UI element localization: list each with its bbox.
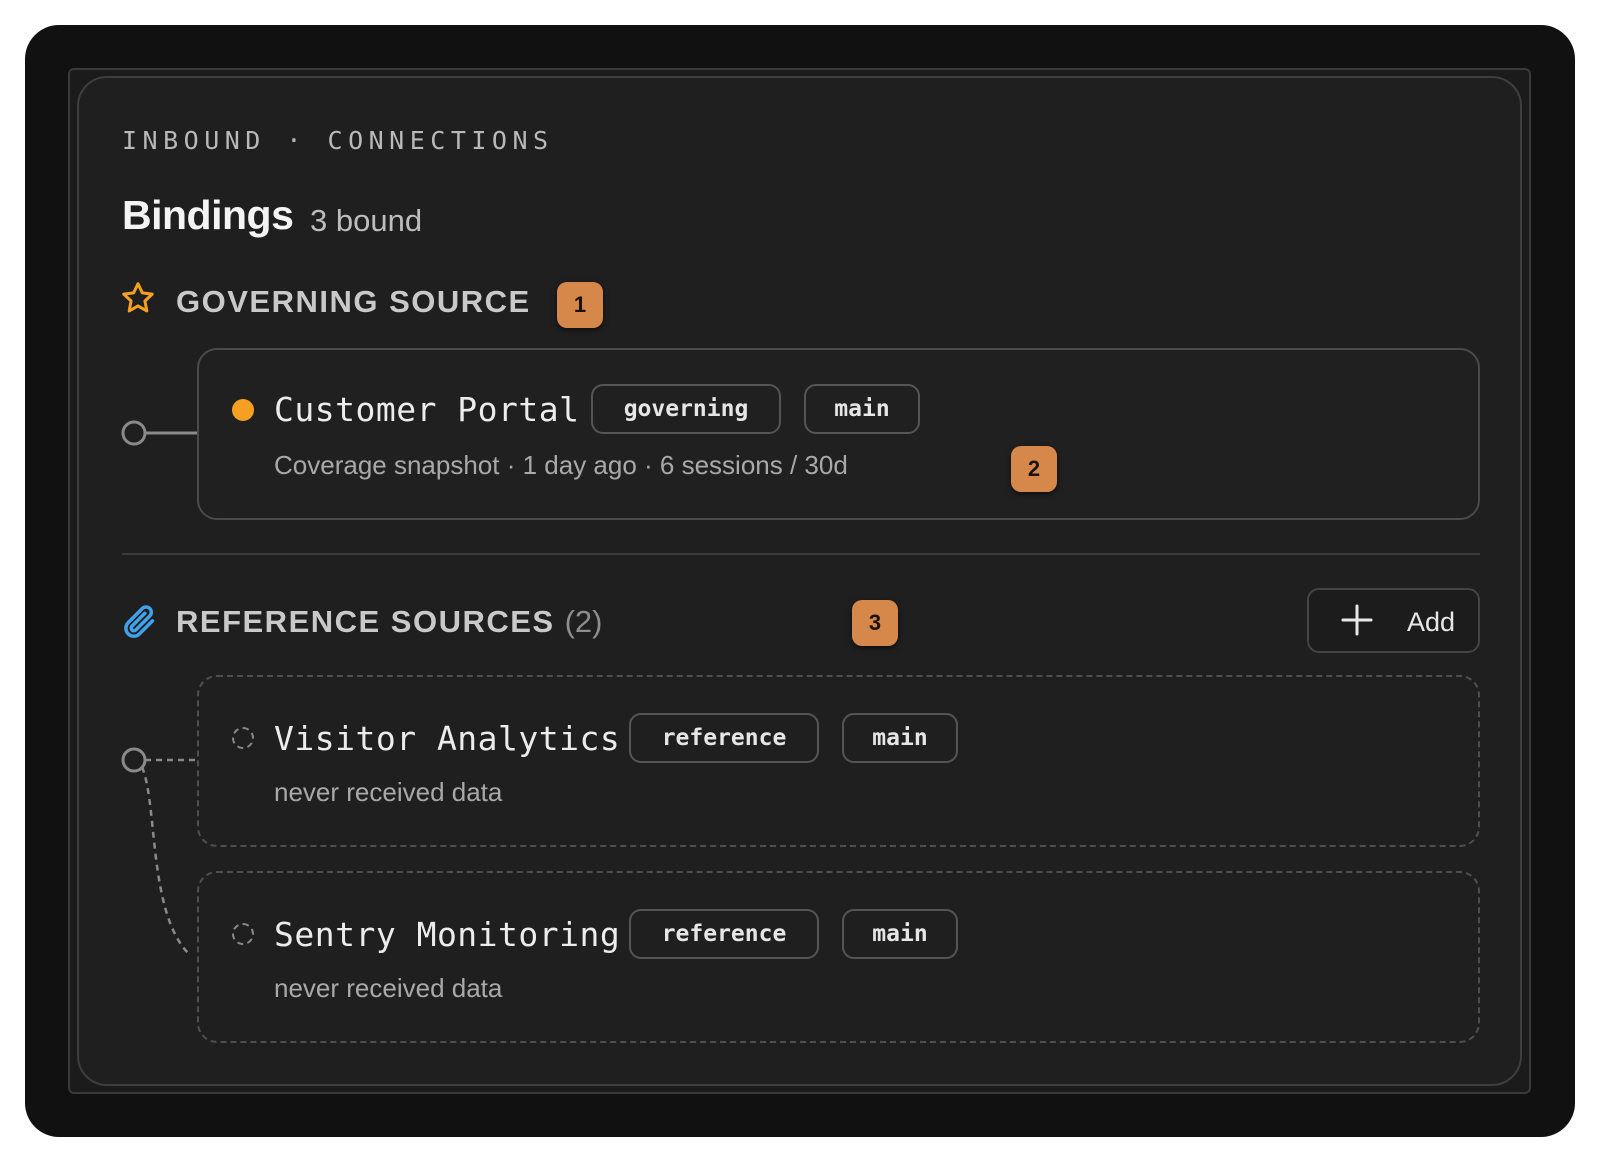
- governing-source-card[interactable]: Customer Portal governing main Coverage …: [197, 348, 1480, 520]
- annotation-badge-1: 1: [557, 282, 603, 328]
- source-name: Customer Portal: [274, 390, 580, 429]
- role-chip: reference: [629, 909, 819, 959]
- reference-source-card[interactable]: Sentry Monitoring reference main never r…: [197, 871, 1480, 1043]
- page-title: Bindings: [122, 192, 294, 238]
- source-meta: Coverage snapshot · 1 day ago · 6 sessio…: [274, 450, 848, 480]
- status-dot-icon: [232, 923, 254, 945]
- reference-count: (2): [564, 604, 603, 639]
- star-icon: [122, 282, 154, 313]
- bound-count: 3 bound: [310, 203, 423, 238]
- add-button-label: Add: [1407, 607, 1456, 637]
- source-meta: never received data: [274, 777, 503, 807]
- reference-connector: [121, 747, 200, 956]
- source-name: Sentry Monitoring: [274, 915, 621, 954]
- branch-chip: main: [804, 384, 920, 434]
- source-name: Visitor Analytics: [274, 719, 621, 758]
- paperclip-icon: [124, 605, 155, 638]
- governing-source-heading: GOVERNING SOURCE: [176, 284, 531, 319]
- reference-sources-heading: REFERENCE SOURCES (2): [176, 604, 603, 639]
- status-dot-icon: [232, 399, 254, 421]
- status-dot-icon: [232, 727, 254, 749]
- reference-source-card[interactable]: Visitor Analytics reference main never r…: [197, 675, 1480, 847]
- branch-chip: main: [842, 909, 958, 959]
- plus-icon: [1341, 604, 1373, 636]
- source-meta: never received data: [274, 973, 503, 1003]
- branch-chip: main: [842, 713, 958, 763]
- annotation-badge-3: 3: [852, 600, 898, 646]
- role-chip: governing: [591, 384, 781, 434]
- role-chip: reference: [629, 713, 819, 763]
- section-eyebrow: INBOUND · CONNECTIONS: [122, 126, 554, 155]
- add-reference-button[interactable]: Add: [1307, 588, 1480, 653]
- governing-connector: [121, 420, 200, 446]
- annotation-badge-2: 2: [1011, 446, 1057, 492]
- section-divider: [122, 553, 1480, 555]
